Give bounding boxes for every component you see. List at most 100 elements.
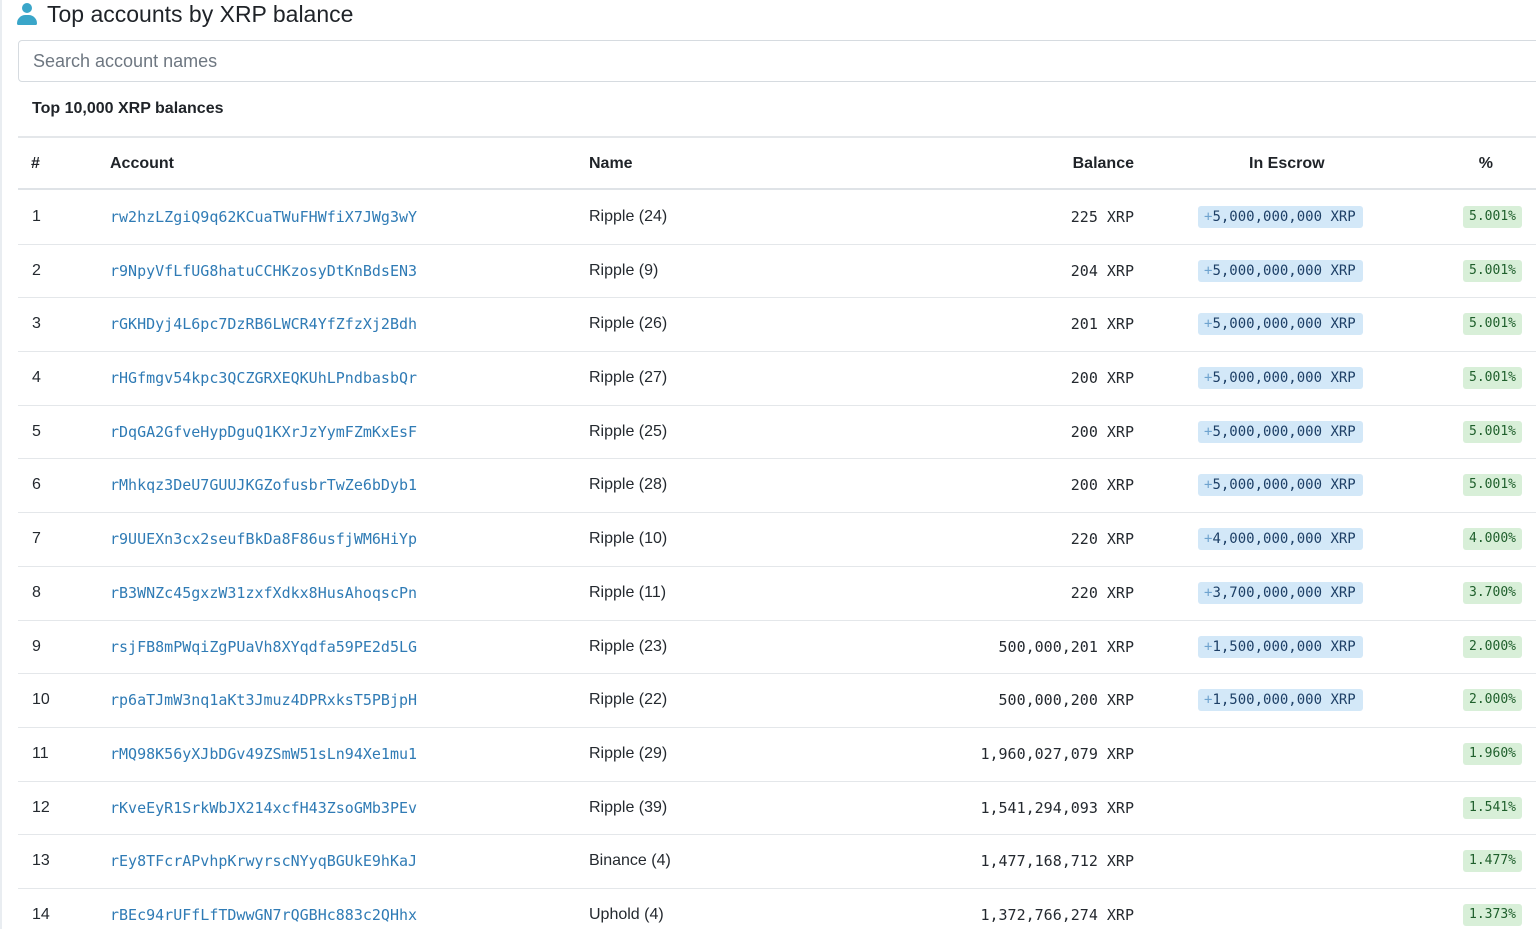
search-input[interactable] [18, 40, 1536, 82]
name-cell: Uphold (4) [589, 905, 664, 923]
rank-cell: 12 [32, 798, 50, 816]
account-link[interactable]: r9UUEXn3cx2seufBkDa8F86usfjWM6HiYp [110, 513, 417, 565]
balance-cell: 220 XRP [1070, 583, 1134, 602]
escrow-badge: +5,000,000,000 XRP [1198, 206, 1363, 228]
rank-cell: 10 [32, 691, 50, 709]
user-icon [16, 2, 38, 26]
rank-cell: 9 [32, 637, 41, 655]
account-link[interactable]: rGKHDyj4L6pc7DzRB6LWCR4YfZfzXj2Bdh [110, 298, 417, 350]
name-cell: Ripple (39) [589, 798, 668, 816]
escrow-amount: 5,000,000,000 XRP [1212, 423, 1356, 440]
name-cell: Ripple (24) [589, 208, 668, 225]
percent-badge: 1.477% [1463, 850, 1522, 873]
account-link[interactable]: rDqGA2GfveHypDguQ1KXrJzYymFZmKxEsF [110, 406, 417, 458]
escrow-badge: +3,700,000,000 XRP [1198, 581, 1363, 604]
account-link[interactable]: rw2hzLZgiQ9q62KCuaTWuFHWfiX7JWg3wY [110, 191, 417, 243]
account-link[interactable]: rHGfmgv54kpc3QCZGRXEQKUhLPndbasbQr [110, 352, 417, 404]
name-cell: Ripple (22) [589, 691, 668, 709]
account-link[interactable]: rMQ98K56yXJbDGv49ZSmW51sLn94Xe1mu1 [110, 728, 417, 780]
rank-cell: 5 [32, 422, 41, 440]
escrow-amount: 5,000,000,000 XRP [1212, 262, 1356, 279]
percent-badge: 5.001% [1463, 474, 1522, 497]
column-header-name[interactable]: Name [589, 138, 633, 190]
percent-badge: 1.960% [1463, 742, 1522, 765]
account-link[interactable]: rEy8TFcrAPvhpKrwyrscNYyqBGUkE9hKaJ [110, 835, 417, 887]
column-header-percent[interactable]: % [1479, 138, 1493, 190]
escrow-badge: +5,000,000,000 XRP [1198, 474, 1363, 497]
escrow-amount: 5,000,000,000 XRP [1212, 316, 1356, 333]
balance-cell: 204 XRP [1070, 261, 1134, 280]
name-cell: Ripple (28) [589, 476, 668, 494]
account-link[interactable]: rBEc94rUFfLfTDwwGN7rQGBHc883c2QHhx [110, 889, 417, 929]
page-title: Top accounts by XRP balance [47, 1, 354, 27]
table-row: 4 rHGfmgv54kpc3QCZGRXEQKUhLPndbasbQr Rippl… [18, 352, 1536, 406]
balance-cell: 1,541,294,093 XRP [980, 798, 1134, 817]
name-cell: Binance (4) [589, 852, 671, 870]
balance-cell: 200 XRP [1070, 422, 1134, 441]
rank-cell: 7 [32, 530, 41, 548]
rank-cell: 14 [32, 905, 50, 923]
account-link[interactable]: rB3WNZc45gxzW31zxfXdkx8HusAhoqscPn [110, 567, 417, 619]
percent-badge: 2.000% [1463, 689, 1522, 712]
table-row: 12 rKveEyR1SrkWbJX214xcfH43ZsoGMb3PEv Ripp… [18, 782, 1536, 836]
escrow-amount: 1,500,000,000 XRP [1212, 692, 1356, 709]
column-header-balance[interactable]: Balance [1073, 138, 1134, 190]
table-row: 7 r9UUEXn3cx2seufBkDa8F86usfjWM6HiYp Rippl… [18, 513, 1536, 567]
percent-badge: 5.001% [1463, 206, 1522, 228]
account-link[interactable]: r9NpyVfLfUG8hatuCCHKzosyDtKnBdsEN3 [110, 245, 417, 297]
table-row: 6 rMhkqz3DeU7GUUJKGZofusbrTwZe6bDyb1 Rippl… [18, 459, 1536, 514]
percent-badge: 4.000% [1463, 528, 1522, 551]
account-link[interactable]: rMhkqz3DeU7GUUJKGZofusbrTwZe6bDyb1 [110, 459, 417, 511]
table-row: 10 rp6aTJmW3nq1aKt3Jmuz4DPRxksT5PBjpH Ripp… [18, 674, 1536, 728]
name-cell: Ripple (25) [589, 422, 668, 440]
account-link[interactable]: rsjFB8mPWqiZgPUaVh8XYqdfa59PE2d5LG [110, 621, 417, 673]
percent-badge: 5.001% [1463, 420, 1522, 443]
balance-cell: 500,000,201 XRP [998, 637, 1134, 656]
percent-badge: 3.700% [1463, 581, 1522, 604]
page-header: Top accounts by XRP balance [16, 0, 353, 28]
percent-badge: 1.373% [1463, 903, 1522, 926]
column-header-escrow[interactable]: In Escrow [1249, 138, 1325, 190]
escrow-amount: 3,700,000,000 XRP [1212, 584, 1356, 601]
name-cell: Ripple (27) [589, 369, 668, 387]
escrow-amount: 5,000,000,000 XRP [1212, 209, 1356, 225]
table-caption: Top 10,000 XRP balances [32, 100, 224, 117]
balance-cell: 500,000,200 XRP [998, 691, 1134, 710]
rank-cell: 3 [32, 315, 41, 333]
rank-cell: 2 [32, 261, 41, 279]
percent-badge: 1.541% [1463, 796, 1522, 819]
rank-cell: 13 [32, 852, 50, 870]
page: Top accounts by XRP balance Top 10,000 X… [0, 0, 1536, 929]
table-row: 9 rsjFB8mPWqiZgPUaVh8XYqdfa59PE2d5LG Rippl… [18, 621, 1536, 675]
table-row: 8 rB3WNZc45gxzW31zxfXdkx8HusAhoqscPn Rippl… [18, 567, 1536, 621]
balance-cell: 1,477,168,712 XRP [980, 852, 1134, 871]
column-header-account[interactable]: Account [110, 138, 174, 190]
name-cell: Ripple (29) [589, 744, 668, 762]
percent-badge: 2.000% [1463, 635, 1522, 658]
rank-cell: 1 [32, 208, 41, 225]
account-link[interactable]: rKveEyR1SrkWbJX214xcfH43ZsoGMb3PEv [110, 782, 417, 834]
table-row: 14 rBEc94rUFfLfTDwwGN7rQGBHc883c2QHhx Upho… [18, 889, 1536, 929]
rank-cell: 6 [32, 476, 41, 494]
name-cell: Ripple (9) [589, 261, 659, 279]
balance-cell: 200 XRP [1070, 476, 1134, 495]
table-row: 2 r9NpyVfLfUG8hatuCCHKzosyDtKnBdsEN3 Rippl… [18, 245, 1536, 299]
escrow-amount: 1,500,000,000 XRP [1212, 638, 1356, 655]
escrow-badge: +5,000,000,000 XRP [1198, 367, 1363, 390]
balance-cell: 201 XRP [1070, 315, 1134, 334]
escrow-badge: +5,000,000,000 XRP [1198, 420, 1363, 443]
balance-cell: 220 XRP [1070, 530, 1134, 549]
escrow-badge: +1,500,000,000 XRP [1198, 689, 1363, 712]
table-row: 5 rDqGA2GfveHypDguQ1KXrJzYymFZmKxEsF Rippl… [18, 406, 1536, 460]
table-row: 11 rMQ98K56yXJbDGv49ZSmW51sLn94Xe1mu1 Ripp… [18, 728, 1536, 782]
escrow-amount: 4,000,000,000 XRP [1212, 531, 1356, 548]
name-cell: Ripple (23) [589, 637, 668, 655]
percent-badge: 5.001% [1463, 313, 1522, 336]
rank-cell: 8 [32, 583, 41, 601]
table-row: 1 rw2hzLZgiQ9q62KCuaTWuFHWfiX7JWg3wY Rippl… [18, 191, 1536, 245]
escrow-amount: 5,000,000,000 XRP [1212, 477, 1356, 494]
name-cell: Ripple (10) [589, 530, 668, 548]
account-link[interactable]: rp6aTJmW3nq1aKt3Jmuz4DPRxksT5PBjpH [110, 674, 417, 726]
column-header-rank[interactable]: # [31, 138, 40, 190]
left-border [0, 0, 2, 929]
